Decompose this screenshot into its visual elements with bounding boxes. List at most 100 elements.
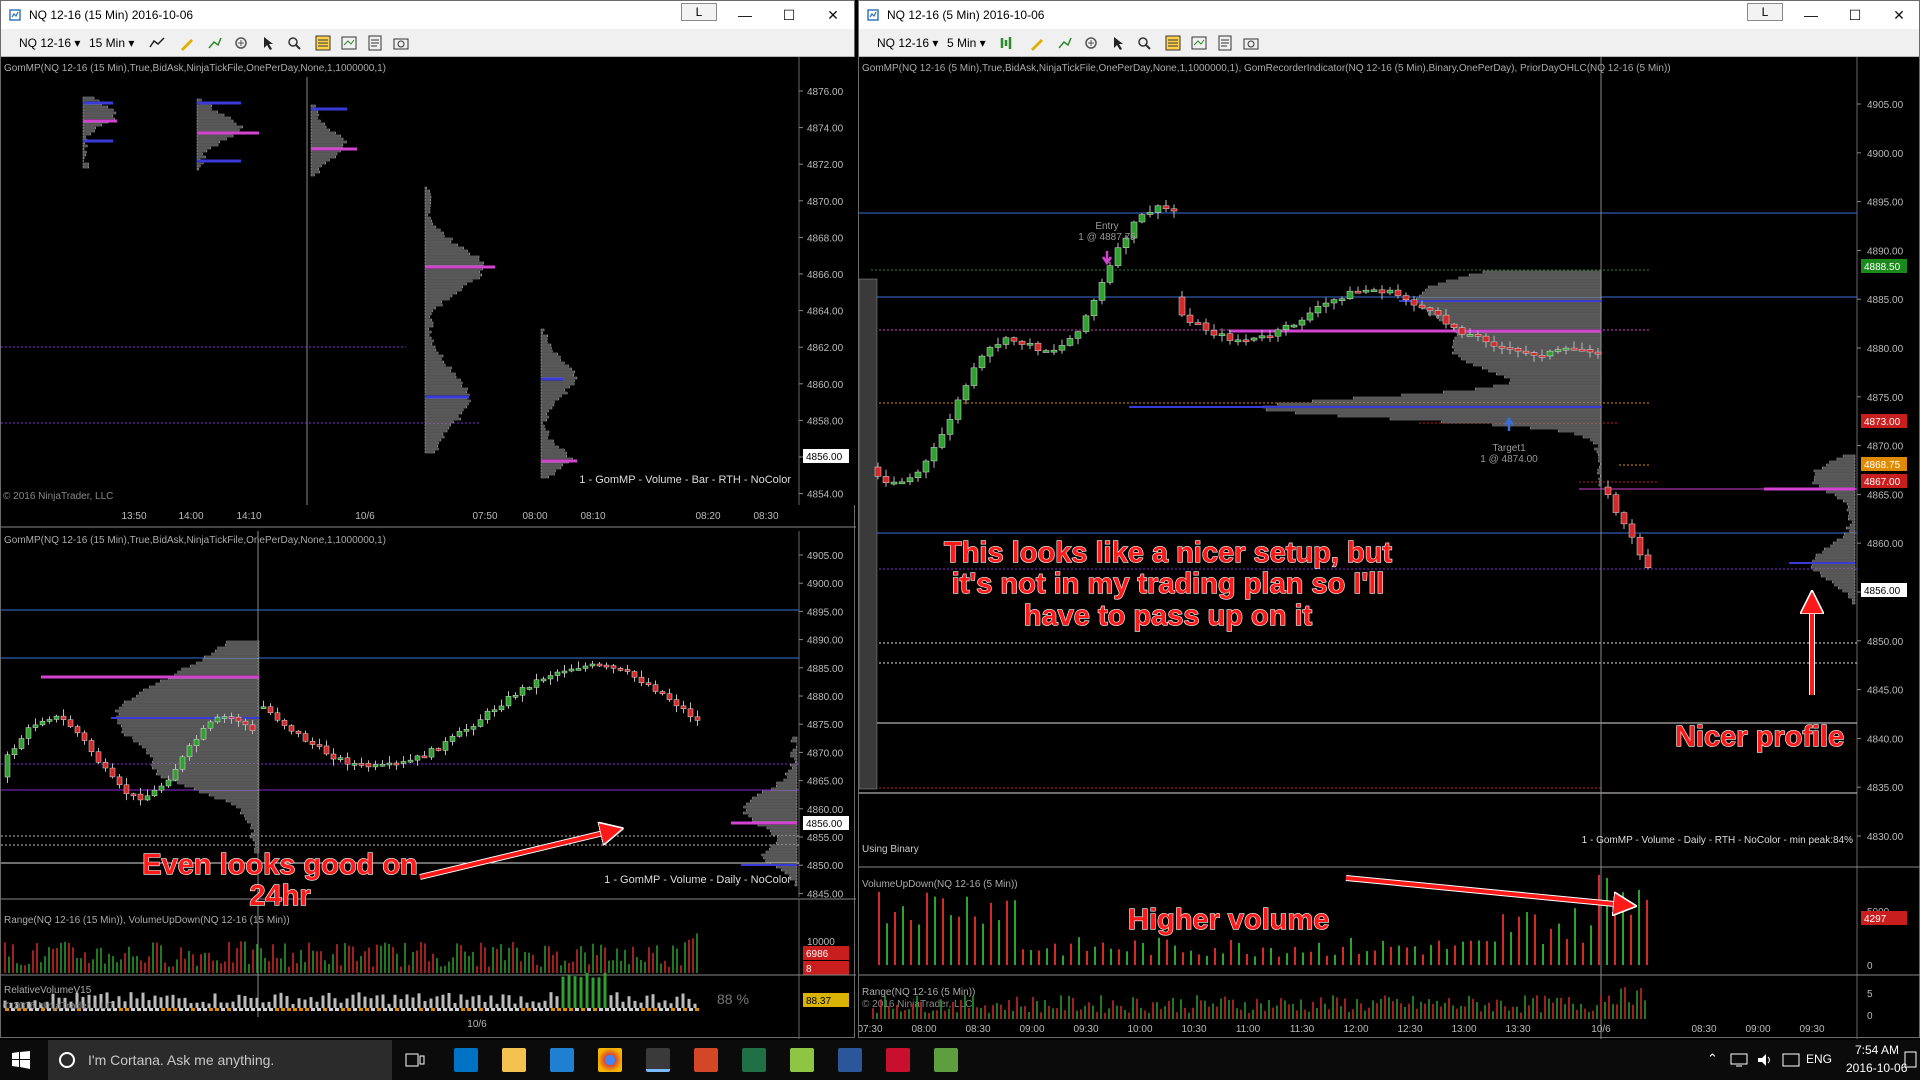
volume-profile-bar bbox=[1597, 471, 1602, 475]
action-center-icon[interactable] bbox=[1904, 1050, 1918, 1070]
close-button[interactable]: ✕ bbox=[1877, 3, 1920, 27]
candle bbox=[1210, 330, 1218, 336]
volume-icon[interactable] bbox=[1756, 1052, 1774, 1068]
zoom-icon[interactable] bbox=[286, 35, 302, 51]
chart-style-icon[interactable] bbox=[999, 35, 1015, 51]
instrument-selector[interactable]: NQ 12-16 ▾ bbox=[877, 34, 938, 52]
volume-profile-bar bbox=[540, 328, 545, 332]
ninjatrader-icon[interactable] bbox=[646, 1048, 670, 1072]
gmail-icon[interactable] bbox=[886, 1048, 910, 1072]
snapshot-icon[interactable] bbox=[1243, 35, 1259, 51]
title-bar[interactable]: NQ 12-16 (5 Min) 2016-10-06 L — ☐ ✕ bbox=[859, 1, 1919, 29]
instrument-selector[interactable]: NQ 12-16 ▾ bbox=[19, 34, 80, 52]
volume-profile-bar bbox=[424, 198, 432, 202]
indicator-icon[interactable] bbox=[207, 35, 223, 51]
chart-style-icon[interactable] bbox=[149, 35, 165, 51]
drawing-tool-icon[interactable] bbox=[179, 35, 195, 51]
candle bbox=[1458, 327, 1466, 335]
strategy-icon[interactable] bbox=[233, 35, 249, 51]
time-axis-label: 12:00 bbox=[1343, 1024, 1368, 1035]
powerpoint-icon[interactable] bbox=[694, 1048, 718, 1072]
volume-profile-bar bbox=[765, 859, 798, 863]
tray-chevron-icon[interactable]: ⌃ bbox=[1707, 1051, 1718, 1067]
rel-volume-marker bbox=[293, 1008, 297, 1011]
file-explorer-icon[interactable] bbox=[502, 1048, 526, 1072]
task-view-icon[interactable] bbox=[405, 1052, 425, 1068]
candle bbox=[88, 740, 95, 753]
rel-volume-marker bbox=[599, 1008, 603, 1011]
candle bbox=[281, 719, 288, 726]
candle bbox=[18, 738, 25, 749]
rel-volume-marker bbox=[587, 1008, 591, 1011]
volume-profile-bar bbox=[1824, 547, 1856, 551]
rel-volume-marker bbox=[689, 1008, 693, 1011]
clock-date[interactable]: 2016-10-06 bbox=[1846, 1061, 1907, 1075]
interval-selector[interactable]: 5 Min ▾ bbox=[947, 34, 986, 52]
cortana-search-box[interactable]: I'm Cortana. Ask me anything. bbox=[48, 1040, 392, 1080]
candle bbox=[221, 716, 228, 719]
volume-profile-bar bbox=[1820, 574, 1856, 578]
maximize-button[interactable]: ☐ bbox=[767, 3, 811, 27]
volume-profile-bar bbox=[310, 122, 325, 126]
greenshot-icon[interactable] bbox=[934, 1048, 958, 1072]
drawing-tool-icon[interactable] bbox=[1029, 35, 1045, 51]
volume-profile-bar bbox=[752, 817, 798, 821]
data-box-icon[interactable] bbox=[315, 35, 331, 51]
candle bbox=[123, 784, 130, 795]
minimize-button[interactable]: — bbox=[1789, 3, 1833, 27]
tws-icon[interactable] bbox=[790, 1048, 814, 1072]
pointer-icon[interactable] bbox=[1111, 35, 1127, 51]
volume-profile-bar bbox=[310, 119, 321, 123]
candle bbox=[1434, 310, 1442, 316]
volume-profile-bar bbox=[1426, 309, 1602, 313]
candle bbox=[540, 678, 547, 682]
edge-icon[interactable] bbox=[550, 1048, 574, 1072]
excel-icon[interactable] bbox=[742, 1048, 766, 1072]
candle bbox=[39, 720, 46, 726]
network-icon[interactable] bbox=[1730, 1052, 1748, 1068]
start-windows-icon[interactable] bbox=[12, 1051, 30, 1069]
word-icon[interactable] bbox=[838, 1048, 862, 1072]
link-button[interactable]: L bbox=[1747, 3, 1783, 21]
volume-profile-bar bbox=[540, 367, 572, 371]
language-indicator[interactable]: ENG bbox=[1806, 1052, 1832, 1066]
template-icon[interactable] bbox=[367, 35, 383, 51]
rel-volume-marker bbox=[659, 1008, 663, 1011]
indicator-icon[interactable] bbox=[1057, 35, 1073, 51]
candle bbox=[1074, 331, 1082, 339]
volume-profile-bar bbox=[117, 721, 260, 725]
volume-profile-bar bbox=[792, 736, 798, 740]
outlook-icon[interactable] bbox=[454, 1048, 478, 1072]
clock-time[interactable]: 7:54 AM bbox=[1855, 1043, 1899, 1057]
chrome-icon[interactable] bbox=[598, 1048, 622, 1072]
candle bbox=[1386, 289, 1394, 294]
maximize-button[interactable]: ☐ bbox=[1833, 3, 1877, 27]
minimize-button[interactable]: — bbox=[723, 3, 767, 27]
price-axis-label: 4860.00 bbox=[807, 805, 844, 816]
rel-volume-marker bbox=[197, 1008, 201, 1011]
pointer-icon[interactable] bbox=[261, 35, 277, 51]
volume-profile-bar bbox=[540, 382, 575, 386]
entry-label: Entry bbox=[1095, 221, 1118, 232]
volume-profile-bar bbox=[310, 104, 316, 108]
notification-icon[interactable] bbox=[1782, 1053, 1800, 1067]
properties-icon[interactable] bbox=[1191, 35, 1207, 51]
link-button[interactable]: L bbox=[681, 3, 717, 21]
rel-volume-marker bbox=[311, 1008, 315, 1011]
snapshot-icon[interactable] bbox=[393, 35, 409, 51]
volume-profile-bar bbox=[196, 140, 220, 144]
title-bar[interactable]: NQ 12-16 (15 Min) 2016-10-06 L — ☐ ✕ bbox=[1, 1, 854, 29]
candle bbox=[914, 471, 922, 479]
strategy-icon[interactable] bbox=[1083, 35, 1099, 51]
data-box-icon[interactable] bbox=[1165, 35, 1181, 51]
volume-profile-bar bbox=[424, 246, 464, 250]
properties-icon[interactable] bbox=[341, 35, 357, 51]
candle bbox=[986, 347, 994, 357]
rel-volume-marker bbox=[377, 1008, 381, 1011]
interval-selector[interactable]: 15 Min ▾ bbox=[89, 34, 134, 52]
rel-volume-marker bbox=[551, 1008, 555, 1011]
template-icon[interactable] bbox=[1217, 35, 1233, 51]
zoom-icon[interactable] bbox=[1136, 35, 1152, 51]
rel-volume-marker bbox=[119, 1008, 123, 1011]
close-button[interactable]: ✕ bbox=[811, 3, 855, 27]
